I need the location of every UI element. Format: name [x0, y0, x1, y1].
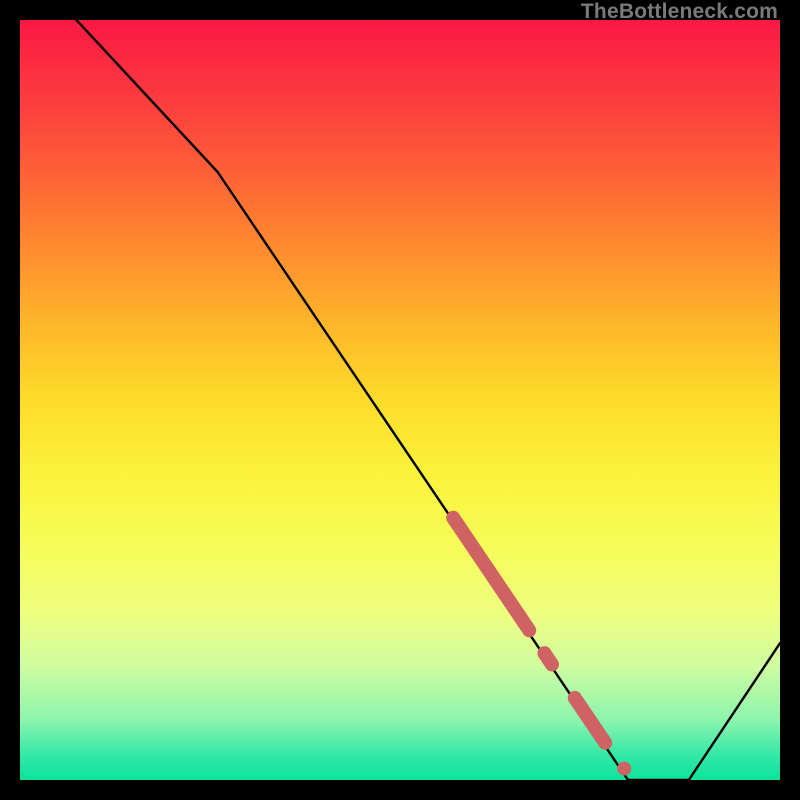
chart-frame: TheBottleneck.com — [0, 0, 800, 800]
highlighted-range — [453, 518, 605, 743]
highlight-segment — [453, 518, 529, 630]
highlight-segment — [575, 698, 605, 743]
highlight-point — [617, 762, 631, 776]
bottleneck-curve — [20, 0, 780, 780]
chart-overlay — [20, 20, 780, 780]
highlighted-points — [617, 762, 631, 776]
highlight-segment — [544, 653, 552, 664]
